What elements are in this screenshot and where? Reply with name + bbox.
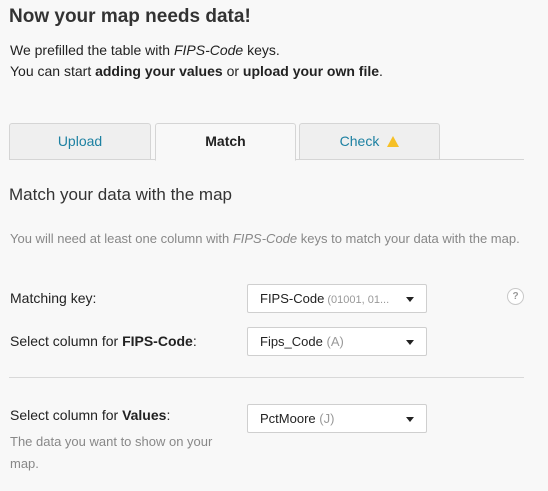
help-text-part: You will need at least one column with bbox=[10, 231, 233, 246]
tab-label: Upload bbox=[57, 133, 103, 149]
tab-label: Match bbox=[205, 133, 246, 149]
intro-key: FIPS-Code bbox=[173, 42, 244, 58]
label-key: Values bbox=[122, 407, 167, 423]
chevron-down-icon bbox=[406, 417, 414, 422]
intro-text-part: or bbox=[222, 63, 243, 79]
warning-icon bbox=[387, 136, 400, 147]
label-part: : bbox=[166, 407, 171, 423]
intro-text-part: We prefilled the table with bbox=[10, 42, 174, 58]
question-icon[interactable]: ? bbox=[507, 288, 524, 305]
select-value: Fips_Code bbox=[260, 334, 323, 349]
upload-file-text: upload your own file bbox=[242, 63, 380, 79]
select-hint: (A) bbox=[322, 334, 344, 349]
fips-column-label: Select column for FIPS-Code: bbox=[10, 333, 197, 349]
values-column-label: Select column for Values: bbox=[10, 407, 170, 423]
divider bbox=[9, 377, 524, 378]
matching-key-label: Matching key: bbox=[10, 290, 97, 306]
intro-text: We prefilled the table with FIPS-Code ke… bbox=[10, 40, 383, 82]
label-part: : bbox=[192, 333, 197, 349]
select-hint: (J) bbox=[315, 411, 335, 426]
help-text-part: keys to match your data with the map. bbox=[297, 231, 520, 246]
chevron-down-icon bbox=[406, 340, 414, 345]
intro-text-part: keys. bbox=[243, 42, 280, 58]
tab-match[interactable]: Match bbox=[155, 123, 296, 161]
intro-line-2: You can start adding your values or uplo… bbox=[10, 61, 383, 82]
map-data-page: Now your map needs data! We prefilled th… bbox=[0, 0, 548, 491]
page-title: Now your map needs data! bbox=[9, 6, 251, 27]
help-key: FIPS-Code bbox=[232, 231, 298, 246]
intro-text-part: . bbox=[379, 63, 383, 79]
tab-bar: Upload Match Check bbox=[9, 123, 524, 161]
chevron-down-icon bbox=[406, 297, 414, 302]
select-hint: (01001, 01... bbox=[324, 294, 390, 306]
tab-upload[interactable]: Upload bbox=[9, 123, 151, 160]
section-help-text: You will need at least one column with F… bbox=[10, 228, 525, 249]
values-column-sublabel: The data you want to show on your map. bbox=[10, 434, 213, 471]
matching-key-select[interactable]: FIPS-Code (01001, 01... bbox=[247, 284, 427, 313]
label-key: FIPS-Code bbox=[122, 333, 193, 349]
section-title: Match your data with the map bbox=[9, 185, 233, 204]
intro-line-1: We prefilled the table with FIPS-Code ke… bbox=[10, 40, 383, 61]
intro-text-part: You can start bbox=[10, 63, 96, 79]
tab-check[interactable]: Check bbox=[299, 123, 440, 160]
values-column-select[interactable]: PctMoore (J) bbox=[247, 404, 427, 433]
tab-label: Check bbox=[339, 133, 380, 149]
label-part: Select column for bbox=[10, 333, 123, 349]
label-part: Select column for bbox=[10, 407, 123, 423]
select-value: FIPS-Code bbox=[260, 291, 325, 306]
add-values-text: adding your values bbox=[95, 63, 223, 79]
fips-column-select[interactable]: Fips_Code (A) bbox=[247, 327, 427, 356]
select-value: PctMoore bbox=[260, 411, 316, 426]
